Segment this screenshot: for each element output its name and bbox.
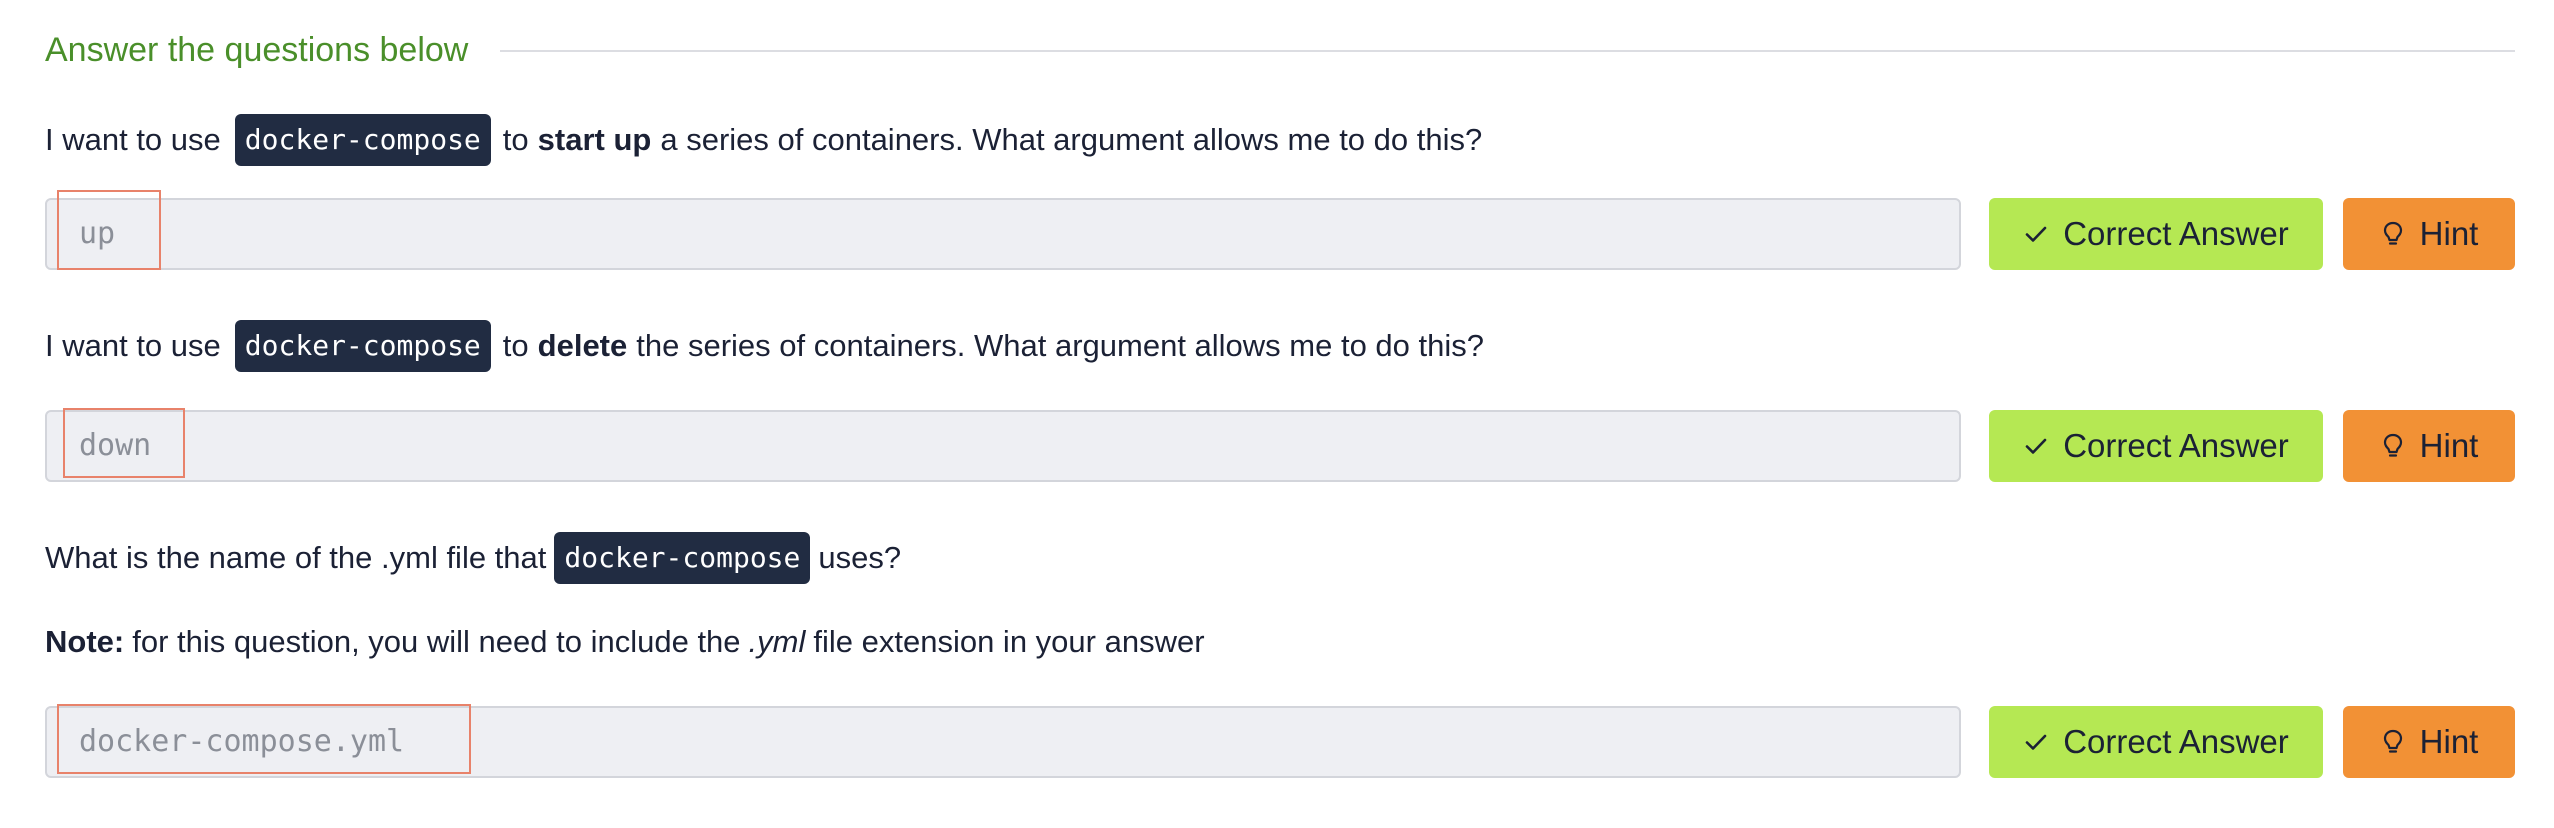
question-1-answer-row: up Correct Answer Hint [45,190,2515,270]
answer-2-highlight [63,408,185,478]
correct-answer-button-1[interactable]: Correct Answer [1989,198,2323,270]
hint-label: Hint [2419,215,2479,252]
question-text-after: uses? [818,540,902,575]
hint-label: Hint [2419,427,2479,464]
hint-label: Hint [2419,723,2479,760]
question-text-bold: start up [537,122,652,157]
question-text-before: I want to use [45,328,221,363]
code-snippet: docker-compose [234,114,491,166]
correct-answer-label: Correct Answer [2063,723,2289,760]
lightbulb-icon [2380,729,2406,755]
section-title: Answer the questions below [45,30,469,69]
correct-answer-button-3[interactable]: Correct Answer [1989,706,2323,778]
code-snippet: docker-compose [554,532,811,584]
question-text-after: the series of containers. What argument … [636,328,1485,363]
hint-button-3[interactable]: Hint [2343,706,2515,778]
correct-answer-label: Correct Answer [2063,215,2289,252]
lightbulb-icon [2380,221,2406,247]
question-text-after: a series of containers. What argument al… [660,122,1483,157]
question-3-text: What is the name of the .yml file that d… [45,530,901,586]
section-header: Answer the questions below [45,26,2515,74]
correct-answer-button-2[interactable]: Correct Answer [1989,410,2323,482]
question-3-note: Note: for this question, you will need t… [45,614,1205,670]
question-text-middle: to [502,122,529,157]
check-icon [2023,729,2049,755]
question-2-answer-row: down Correct Answer Hint [45,408,2515,482]
question-1-text: I want to use docker-compose to start up… [45,112,1482,168]
question-text-bold: delete [537,328,628,363]
section-divider [500,50,2515,52]
question-2-text: I want to use docker-compose to delete t… [45,318,1484,374]
hint-button-2[interactable]: Hint [2343,410,2515,482]
hint-button-1[interactable]: Hint [2343,198,2515,270]
lightbulb-icon [2380,433,2406,459]
answer-1-input[interactable]: up [45,198,1961,270]
check-icon [2023,433,2049,459]
check-icon [2023,221,2049,247]
answer-2-input[interactable]: down [45,410,1961,482]
note-text-after: file extension in your answer [813,624,1205,659]
answer-3-highlight [57,704,471,774]
question-text-middle: to [502,328,529,363]
question-3-answer-row: docker-compose.yml Correct Answer Hint [45,704,2515,778]
question-text-before: What is the name of the .yml file that [45,540,547,575]
note-text-before: for this question, you will need to incl… [132,624,741,659]
note-label: Note: [45,624,125,659]
code-snippet: docker-compose [234,320,491,372]
answer-1-highlight [57,190,161,270]
question-text-before: I want to use [45,122,221,157]
note-italic: .yml [748,624,806,659]
correct-answer-label: Correct Answer [2063,427,2289,464]
